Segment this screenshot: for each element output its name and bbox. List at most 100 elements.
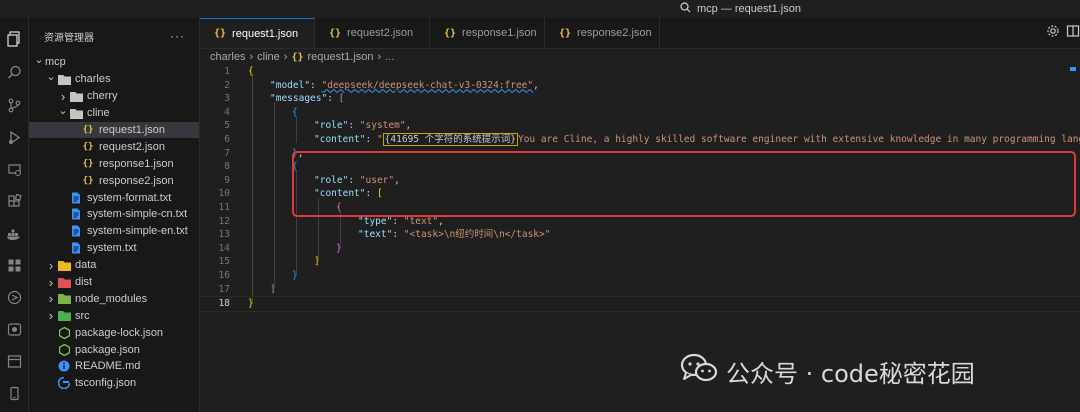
tab-request1-json[interactable]: {} request1.json bbox=[200, 18, 315, 48]
collapsed-content-badge[interactable]: {41695 个字符的系统提示词} bbox=[382, 133, 518, 146]
json-string-quote: " bbox=[376, 134, 383, 145]
tsconfig-icon bbox=[57, 377, 71, 390]
breadcrumb-separator: › bbox=[249, 51, 254, 63]
tree-item-system-txt[interactable]: system.txt bbox=[29, 240, 199, 257]
tree-item-system-simple-cn-txt[interactable]: system-simple-cn.txt bbox=[29, 206, 199, 223]
tab-response1-json[interactable]: {} response1.json bbox=[430, 18, 545, 48]
line-number: 12 bbox=[218, 215, 230, 227]
line-number: 17 bbox=[218, 283, 230, 295]
breadcrumb-item[interactable]: cline bbox=[257, 51, 280, 63]
breadcrumb-file[interactable]: request1.json bbox=[307, 51, 373, 63]
tree-item-request2-json[interactable]: {} request2.json bbox=[29, 138, 199, 155]
tree-item-label: system-simple-en.txt bbox=[87, 225, 188, 238]
tree-item-label: system-simple-cn.txt bbox=[87, 208, 188, 221]
json-file-icon: {} bbox=[82, 141, 94, 152]
panels-icon[interactable] bbox=[5, 352, 23, 370]
json-file-icon: {} bbox=[82, 175, 94, 186]
breadcrumb-more[interactable]: ... bbox=[385, 51, 394, 63]
line-number: 18 bbox=[218, 298, 230, 310]
line-number: 10 bbox=[218, 188, 230, 200]
tree-item-package-json[interactable]: package.json bbox=[29, 341, 199, 358]
node-package-icon bbox=[57, 343, 71, 356]
tree-item-system-simple-en-txt[interactable]: system-simple-en.txt bbox=[29, 223, 199, 240]
docker-icon[interactable] bbox=[5, 224, 23, 242]
folder-icon bbox=[57, 74, 71, 85]
code-line: 5 "role": "system", bbox=[200, 119, 1080, 133]
title-bar: mcp — request1.json bbox=[0, 0, 1080, 18]
line-number: 9 bbox=[224, 174, 230, 186]
tree-item-label: package.json bbox=[75, 343, 140, 356]
code-line: 2 "model": "deepseek/deepseek-chat-v3-032… bbox=[200, 79, 1080, 93]
split-editor-icon[interactable] bbox=[1066, 24, 1080, 43]
tab-label: response1.json bbox=[462, 27, 537, 39]
breadcrumb-separator: › bbox=[377, 51, 382, 63]
remote-explorer-icon[interactable] bbox=[5, 160, 23, 178]
tree-item-label: request1.json bbox=[99, 124, 166, 136]
tree-item-cherry[interactable]: › cherry bbox=[29, 88, 199, 105]
code-line: 15] bbox=[200, 255, 1080, 269]
timeline-icon[interactable] bbox=[5, 288, 23, 306]
search-icon[interactable] bbox=[5, 63, 23, 81]
chevron-down-icon: ⌄ bbox=[34, 54, 44, 67]
tree-item-cline[interactable]: ⌄ cline bbox=[29, 105, 199, 122]
json-string: "deepseek/deepseek-chat-v3-0324:free" bbox=[321, 79, 534, 91]
line-number: 16 bbox=[218, 270, 230, 281]
run-debug-icon[interactable] bbox=[5, 128, 23, 146]
line-number: 2 bbox=[224, 79, 230, 91]
tree-item-tsconfig-json[interactable]: tsconfig.json bbox=[29, 375, 199, 392]
explorer-sidebar: 资源管理器 ··· ⌄ mcp ⌄ charles › cherry ⌄ cline{} req… bbox=[29, 18, 200, 412]
json-file-icon: {} bbox=[82, 158, 94, 169]
json-string: "system" bbox=[359, 120, 406, 132]
vertical-scrollbar[interactable] bbox=[1068, 65, 1080, 412]
code-line: 16} bbox=[200, 269, 1080, 283]
search-icon[interactable] bbox=[680, 2, 691, 16]
tree-item-label: system-format.txt bbox=[87, 191, 172, 204]
github-icon[interactable] bbox=[5, 320, 23, 338]
tree-item-label: cherry bbox=[87, 90, 118, 103]
info-icon bbox=[57, 360, 71, 372]
json-file-icon: {} bbox=[444, 27, 457, 39]
tab-response2-json[interactable]: {} response2.json bbox=[545, 18, 660, 48]
json-file-icon: {} bbox=[82, 125, 94, 135]
tree-item-data[interactable]: › data bbox=[29, 257, 199, 274]
tree-item-readme-md[interactable]: README.md bbox=[29, 358, 199, 375]
scrollbar-marker bbox=[1070, 67, 1076, 71]
tab-request2-json[interactable]: {} request2.json bbox=[315, 18, 430, 48]
tree-item-mcp[interactable]: ⌄ mcp bbox=[29, 54, 199, 71]
tree-item-dist[interactable]: › dist bbox=[29, 274, 199, 291]
tree-item-label: tsconfig.json bbox=[75, 377, 137, 390]
more-actions-button[interactable]: ··· bbox=[170, 29, 185, 43]
tree-item-package-lock-json[interactable]: package-lock.json bbox=[29, 324, 199, 341]
explorer-icon[interactable] bbox=[5, 30, 23, 48]
tree-item-src[interactable]: › src bbox=[29, 307, 199, 324]
tab-label: request1.json bbox=[232, 27, 299, 40]
highlight-annotation-box bbox=[292, 151, 1076, 217]
code-line: 14} bbox=[200, 242, 1080, 256]
extensions-icon[interactable] bbox=[5, 192, 23, 210]
chevron-right-icon: › bbox=[60, 88, 66, 104]
tree-item-system-format-txt[interactable]: system-format.txt bbox=[29, 189, 199, 206]
tab-label: request2.json bbox=[347, 27, 414, 39]
json-string: "<task>\n纽约时间\n</task>" bbox=[403, 229, 551, 241]
grid-view-icon[interactable] bbox=[5, 256, 23, 274]
tree-item-charles[interactable]: ⌄ charles bbox=[29, 71, 199, 88]
tree-item-response2-json[interactable]: {} response2.json bbox=[29, 172, 199, 189]
mobile-device-icon[interactable] bbox=[5, 384, 23, 402]
window-title[interactable]: mcp — request1.json bbox=[697, 3, 801, 15]
tree-item-request1-json[interactable]: {} request1.json bbox=[29, 121, 199, 139]
code-line: 13 "text": "<task>\n纽约时间\n</task>" bbox=[200, 228, 1080, 242]
breadcrumb-item[interactable]: charles bbox=[210, 51, 245, 63]
tree-item-node-modules[interactable]: › node_modules bbox=[29, 290, 199, 307]
explorer-title: 资源管理器 bbox=[44, 32, 94, 44]
tree-item-label: mcp bbox=[45, 56, 66, 69]
settings-gear-icon[interactable] bbox=[1046, 24, 1060, 43]
tree-item-response1-json[interactable]: {} response1.json bbox=[29, 155, 199, 172]
json-key: "content" bbox=[314, 134, 366, 145]
line-number: 3 bbox=[224, 93, 230, 105]
tab-bar: {} request1.json {} request2.json {} response… bbox=[200, 18, 1080, 49]
node-package-icon bbox=[57, 326, 71, 339]
code-line-current: 18} bbox=[200, 296, 1080, 312]
json-file-icon: {} bbox=[214, 28, 227, 39]
tree-item-label: charles bbox=[75, 73, 111, 86]
source-control-icon[interactable] bbox=[5, 96, 23, 114]
